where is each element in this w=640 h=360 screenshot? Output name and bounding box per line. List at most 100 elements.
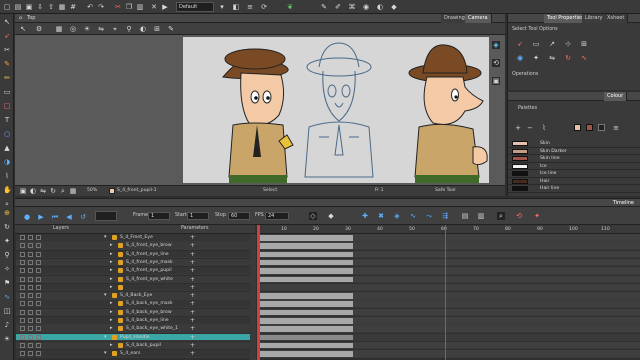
snap-grid-icon[interactable]: ⊞: [580, 40, 588, 48]
start-field[interactable]: 1: [187, 212, 209, 220]
eye-icon[interactable]: ◉: [362, 3, 370, 11]
view-pencil-icon[interactable]: ✎: [167, 25, 175, 33]
layer-solo-toggle[interactable]: [36, 284, 41, 290]
shape-tool-icon[interactable]: □: [3, 102, 11, 110]
ellipse-tool-icon[interactable]: ○: [3, 130, 11, 138]
exposure-block[interactable]: [257, 243, 353, 249]
layer-eye-toggle[interactable]: [20, 351, 25, 357]
loop-icon[interactable]: ↺: [79, 213, 87, 221]
status-zoom-icon[interactable]: ⌕: [59, 187, 67, 195]
expand-arrow-icon[interactable]: ▸: [110, 309, 113, 316]
colour-swatch-row[interactable]: Skin: [508, 140, 640, 148]
sound-tool-icon[interactable]: ♪: [3, 321, 11, 329]
tab-colour[interactable]: Colour: [604, 92, 628, 101]
layer-solo-toggle[interactable]: [36, 326, 41, 332]
lasso-mode-icon[interactable]: ➶: [516, 40, 524, 48]
motion-icon[interactable]: ⤳: [425, 212, 433, 220]
timeline-row[interactable]: [257, 234, 640, 242]
text-tool-icon[interactable]: T: [3, 116, 11, 124]
layer-lock-toggle[interactable]: [28, 342, 33, 348]
layer-row[interactable]: ▸ S_4_front_eye_line +: [16, 250, 250, 259]
keyframe-remove-icon[interactable]: ✖: [377, 212, 385, 220]
timeline-extra-icon[interactable]: ✦: [533, 212, 541, 220]
exposure-block[interactable]: [257, 351, 353, 357]
ease-icon[interactable]: ∿: [409, 212, 417, 220]
tab-camera[interactable]: Camera: [465, 14, 492, 23]
view-settings-icon[interactable]: ⚙: [35, 25, 43, 33]
status-flip-icon[interactable]: ⇋: [39, 187, 47, 195]
exposure-block[interactable]: [257, 301, 353, 307]
copy-icon[interactable]: ❐: [125, 3, 133, 11]
layer-eye-toggle[interactable]: [20, 293, 25, 299]
peg-tool-icon[interactable]: ⚑: [3, 279, 11, 287]
brush-tool-icon[interactable]: ✎: [3, 60, 11, 68]
active-colour-chip[interactable]: [574, 124, 581, 131]
camera-tool-icon[interactable]: ◫: [3, 307, 11, 315]
view-rotate-icon[interactable]: ⟲: [492, 59, 500, 67]
pencil-tool-icon[interactable]: ✏: [3, 74, 11, 82]
view-bones-icon[interactable]: ⚲: [125, 25, 133, 33]
layer-lock-toggle[interactable]: [28, 309, 33, 315]
deform-tool-icon[interactable]: ✧: [3, 265, 11, 273]
expand-arrow-icon[interactable]: ▾: [104, 334, 107, 341]
layers-icon[interactable]: ≡: [246, 3, 254, 11]
add-parameter-icon[interactable]: +: [190, 267, 195, 274]
layer-row[interactable]: ▸ S_4_back_pupil +: [16, 341, 250, 350]
pen-icon[interactable]: ✎: [320, 3, 328, 11]
layer-solo-toggle[interactable]: [36, 259, 41, 265]
layer-eye-toggle[interactable]: [20, 276, 25, 282]
stop-field[interactable]: 60: [228, 212, 250, 220]
view-light-icon[interactable]: ☀: [83, 25, 91, 33]
layer-row[interactable]: ▸ +: [16, 283, 250, 292]
onion-skin-icon[interactable]: ◇: [309, 212, 317, 220]
exposure-block[interactable]: [257, 318, 353, 324]
timeline-row[interactable]: [257, 292, 640, 300]
timeline-row[interactable]: [257, 258, 640, 267]
layer-lock-toggle[interactable]: [28, 284, 33, 290]
layer-row[interactable]: ▸ S_4_front_eye_mask +: [16, 258, 250, 267]
snap-point-icon[interactable]: ⊹: [564, 40, 572, 48]
view-mask-icon[interactable]: ◐: [139, 25, 147, 33]
light-tool-icon[interactable]: ☀: [3, 335, 11, 343]
layer-row[interactable]: ▾ S_4_ears +: [16, 350, 250, 358]
contour-tool-icon[interactable]: ➶: [3, 32, 11, 40]
layer-lock-toggle[interactable]: [28, 276, 33, 282]
select-by-colour-icon[interactable]: ◉: [516, 54, 524, 62]
exposure-block[interactable]: [257, 326, 353, 332]
flip-h-icon[interactable]: ⇋: [548, 54, 556, 62]
open-file-icon[interactable]: ▤: [14, 3, 22, 11]
layer-solo-toggle[interactable]: [36, 318, 41, 323]
exposure-block[interactable]: [257, 268, 353, 274]
undo-icon[interactable]: ↶: [86, 3, 94, 11]
layer-eye-toggle[interactable]: [20, 342, 25, 348]
zoom-timeline-icon[interactable]: ⌕: [497, 212, 505, 220]
tab-xsheet[interactable]: Xsheet: [604, 14, 629, 23]
layer-eye-toggle[interactable]: [20, 326, 25, 332]
layer-lock-toggle[interactable]: [28, 293, 33, 299]
timeline-row[interactable]: [257, 275, 640, 283]
add-parameter-icon[interactable]: +: [190, 334, 195, 341]
add-parameter-icon[interactable]: +: [190, 276, 195, 283]
paint-tool-icon[interactable]: ▲: [3, 144, 11, 152]
keyframe-add-icon[interactable]: ✚: [361, 212, 369, 220]
layer-solo-toggle[interactable]: [36, 342, 41, 348]
expand-arrow-icon[interactable]: ▸: [110, 259, 113, 266]
colour-swatch-row[interactable]: Hair line: [508, 185, 640, 193]
expand-arrow-icon[interactable]: ▸: [110, 251, 113, 258]
import-icon[interactable]: ⇩: [36, 3, 44, 11]
frame-field[interactable]: 1: [148, 212, 170, 220]
colour-swatch-row[interactable]: Hair: [508, 178, 640, 185]
layer-eye-toggle[interactable]: [20, 259, 25, 265]
add-parameter-icon[interactable]: +: [190, 234, 195, 241]
layer-solo-toggle[interactable]: [36, 301, 41, 307]
layer-lock-toggle[interactable]: [28, 268, 33, 274]
layer-row[interactable]: ▾ S_4_Back_Eye +: [16, 292, 250, 300]
sync-timeline-icon[interactable]: ⟲: [515, 212, 523, 220]
extend-exposure-icon[interactable]: ▤: [461, 212, 469, 220]
snap-contour-icon[interactable]: ↗: [548, 40, 556, 48]
layer-solo-toggle[interactable]: [36, 334, 41, 340]
add-parameter-icon[interactable]: +: [190, 251, 195, 258]
view-recenter-icon[interactable]: ◈: [492, 41, 500, 49]
expand-arrow-icon[interactable]: ▾: [104, 292, 107, 299]
view-snap-icon[interactable]: ⌖: [111, 25, 119, 33]
